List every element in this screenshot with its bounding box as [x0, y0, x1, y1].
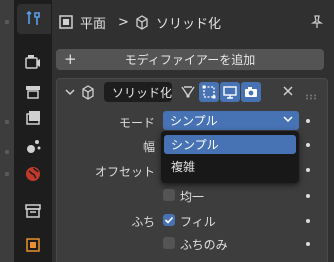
collection-icon[interactable] — [23, 201, 43, 221]
realtime-viewport-toggle[interactable] — [220, 82, 240, 102]
modifier-wrench-icon[interactable] — [17, 4, 51, 34]
mode-label: モード — [118, 116, 155, 130]
collapse-chevron-icon[interactable] — [64, 86, 76, 101]
breadcrumb: 平面 — [80, 13, 106, 32]
world-icon[interactable] — [23, 164, 43, 184]
rim-label: ふち — [131, 215, 155, 229]
modifier-panel-header: ソリッド化 — [57, 79, 327, 105]
breadcrumb-separator: > — [118, 14, 129, 30]
properties-header: 平面 > ソリッド化 — [52, 0, 334, 46]
modifier-cube-icon — [134, 14, 150, 30]
pin-icon[interactable] — [310, 14, 324, 30]
even-label: 均一 — [180, 190, 205, 204]
separator-text: > — [118, 14, 129, 30]
scene-icon[interactable] — [23, 136, 43, 156]
offset-label: オフセット — [94, 165, 155, 179]
object-data-icon — [58, 14, 74, 30]
fill-rim-checkbox[interactable] — [163, 214, 175, 226]
mode-dropdown-menu: シンプル 複雑 — [161, 131, 299, 183]
mode-option-complex[interactable]: 複雑 — [164, 157, 296, 176]
solidify-modifier-icon — [80, 84, 96, 103]
keyframe-dot[interactable] — [306, 242, 310, 246]
mode-option-simple[interactable]: シンプル — [164, 135, 296, 154]
plus-icon: + — [64, 50, 77, 68]
mode-dropdown-value: シンプル — [170, 114, 218, 128]
add-modifier-label: モディファイアーを追加 — [124, 53, 256, 67]
render-camera-toggle[interactable] — [241, 82, 261, 102]
object-icon[interactable] — [23, 235, 43, 255]
modifier-name[interactable]: ソリッド化 — [156, 13, 221, 32]
edit-mode-toggle[interactable] — [178, 82, 198, 102]
mode-option-complex-label: 複雑 — [171, 160, 196, 174]
region-edge-strip — [0, 0, 14, 262]
object-name[interactable]: 平面 — [80, 13, 106, 32]
keyframe-dot[interactable] — [306, 194, 310, 198]
rim-only-label: ふちのみ — [180, 238, 228, 252]
keyframe-dot[interactable] — [306, 219, 310, 223]
even-checkbox[interactable] — [163, 189, 175, 201]
drag-handle-icon[interactable] — [305, 89, 319, 103]
width-label: 幅 — [142, 140, 155, 154]
modifier-name-text: ソリッド化 — [112, 85, 173, 100]
render-icon[interactable] — [23, 52, 43, 72]
keyframe-dot[interactable] — [306, 143, 310, 147]
checkmark-icon — [164, 216, 174, 224]
chevron-down-icon — [282, 113, 294, 128]
fill-label: フィル — [180, 215, 216, 229]
add-modifier-button[interactable]: + モディファイアーを追加 — [56, 49, 324, 70]
mode-option-simple-label: シンプル — [171, 138, 219, 152]
keyframe-dot[interactable] — [306, 119, 310, 123]
modifier-name-field[interactable]: ソリッド化 — [104, 82, 172, 102]
output-icon[interactable] — [23, 82, 43, 102]
close-icon[interactable] — [281, 84, 295, 101]
properties-tab-bar — [14, 0, 52, 262]
rim-only-checkbox[interactable] — [163, 237, 175, 249]
keyframe-dot[interactable] — [306, 168, 310, 172]
view-layer-icon[interactable] — [23, 108, 43, 128]
on-cage-toggle[interactable] — [199, 82, 219, 102]
mode-dropdown[interactable]: シンプル — [163, 111, 299, 130]
